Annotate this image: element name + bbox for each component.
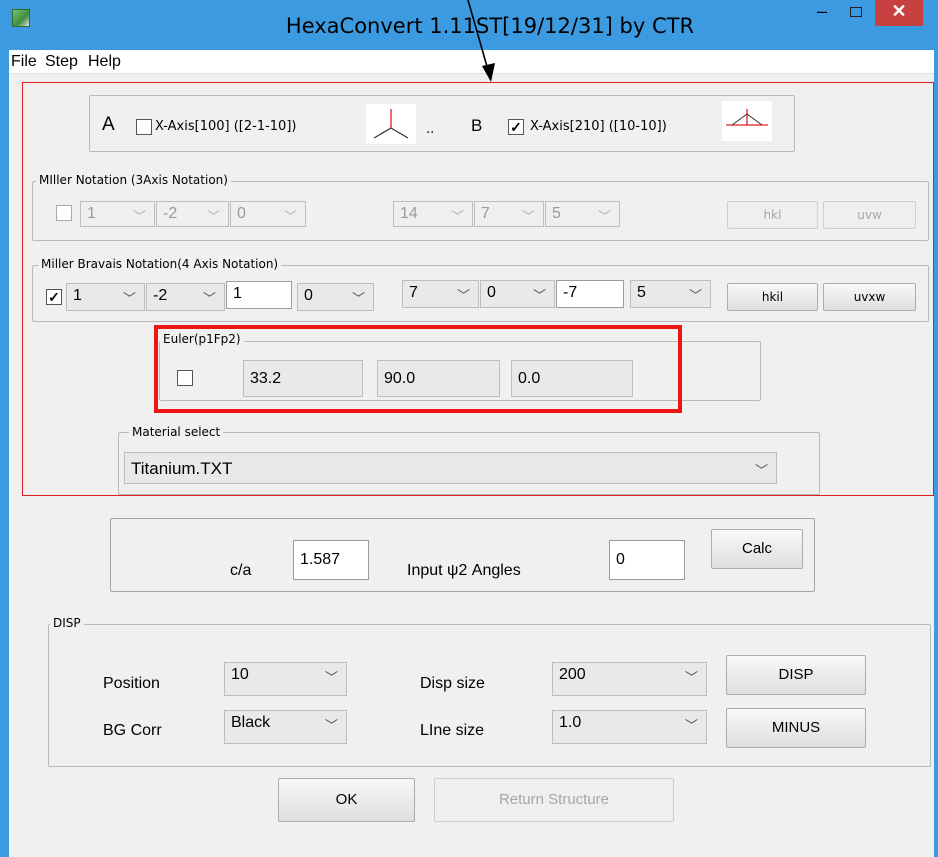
miller-l-select[interactable]: 0 ﹀ [230, 201, 306, 227]
minus-button[interactable]: MINUS [726, 708, 866, 748]
axis-b-label: X-Axis[210] ([10-10]) [530, 119, 667, 134]
axis-a-letter: A [102, 114, 115, 135]
miller-v-select[interactable]: 7 ﹀ [474, 201, 544, 227]
mb-v-select[interactable]: 0 ﹀ [480, 280, 555, 308]
menu-step[interactable]: Step [45, 53, 78, 71]
uvxw-button[interactable]: uvxw [823, 283, 916, 311]
line-size-select[interactable]: 1.0 ﹀ [552, 710, 707, 744]
material-select[interactable]: Titanium.TXT ﹀ [124, 452, 777, 484]
ca-input[interactable]: 1.587 [293, 540, 369, 580]
lattice-panel [110, 518, 815, 592]
mb-u-select[interactable]: 7 ﹀ [402, 280, 479, 308]
mb-k-select[interactable]: -2 ﹀ [146, 283, 225, 311]
miller-k-select[interactable]: -2 ﹀ [156, 201, 229, 227]
return-structure-button[interactable]: Return Structure [434, 778, 674, 822]
menu-bar: File Step Help [9, 50, 934, 74]
mb-w-select[interactable]: 5 ﹀ [630, 280, 711, 308]
annotation-highlight [154, 325, 682, 413]
axis-b-letter: B [471, 116, 483, 135]
maximize-button[interactable] [842, 0, 870, 26]
mb-t-input[interactable]: -7 [556, 280, 624, 308]
material-legend: Material select [129, 425, 224, 439]
hkil-button[interactable]: hkil [727, 283, 818, 311]
axis-dots: .. [426, 122, 435, 137]
axis-b-checkbox[interactable]: ✓ [508, 119, 524, 135]
menu-help[interactable]: Help [88, 53, 121, 71]
title-bar[interactable]: HexaConvert 1.11ST[19/12/31] by CTR – ✕ [0, 0, 938, 50]
window-title: HexaConvert 1.11ST[19/12/31] by CTR [285, 14, 695, 38]
position-select[interactable]: 10 ﹀ [224, 662, 347, 696]
calc-button[interactable]: Calc [711, 529, 803, 569]
maximize-icon [850, 7, 862, 17]
miller-u-select[interactable]: 14 ﹀ [393, 201, 473, 227]
disp-button[interactable]: DISP [726, 655, 866, 695]
disp-legend: DISP [50, 616, 84, 630]
bg-corr-select[interactable]: Black ﹀ [224, 710, 347, 744]
miller-notation-legend: MIller Notation (3Axis Notation) [36, 173, 231, 187]
app-icon [12, 9, 30, 27]
position-label: Position [103, 675, 160, 692]
miller-bravais-checkbox[interactable]: ✓ [46, 289, 62, 305]
miller-w-select[interactable]: 5 ﹀ [545, 201, 620, 227]
close-button[interactable]: ✕ [875, 0, 923, 26]
axis-a-icon [366, 104, 416, 144]
bg-corr-label: BG Corr [103, 722, 162, 739]
disp-size-label: Disp size [420, 675, 485, 692]
disp-size-select[interactable]: 200 ﹀ [552, 662, 707, 696]
miller-checkbox[interactable] [56, 205, 72, 221]
miller-bravais-legend: Miller Bravais Notation(4 Axis Notation) [38, 257, 282, 271]
mb-h-select[interactable]: 1 ﹀ [66, 283, 145, 311]
mb-l-select[interactable]: 0 ﹀ [297, 283, 374, 311]
minimize-button[interactable]: – [808, 0, 836, 26]
ca-label: c/a [230, 562, 252, 579]
ok-button[interactable]: OK [278, 778, 415, 822]
mb-i-input[interactable]: 1 [226, 281, 292, 309]
axis-a-label: X-Axis[100] ([2-1-10]) [155, 119, 297, 134]
miller-h-select[interactable]: 1 ﹀ [80, 201, 155, 227]
axis-b-icon [722, 101, 772, 141]
psi-input[interactable]: 0 [609, 540, 685, 580]
hkl-button[interactable]: hkl [727, 201, 818, 229]
uvw-button[interactable]: uvw [823, 201, 916, 229]
psi-label: Input ψ2 Angles [407, 562, 521, 579]
axis-a-checkbox[interactable] [136, 119, 152, 135]
line-size-label: LIne size [420, 722, 485, 739]
menu-file[interactable]: File [11, 53, 37, 71]
